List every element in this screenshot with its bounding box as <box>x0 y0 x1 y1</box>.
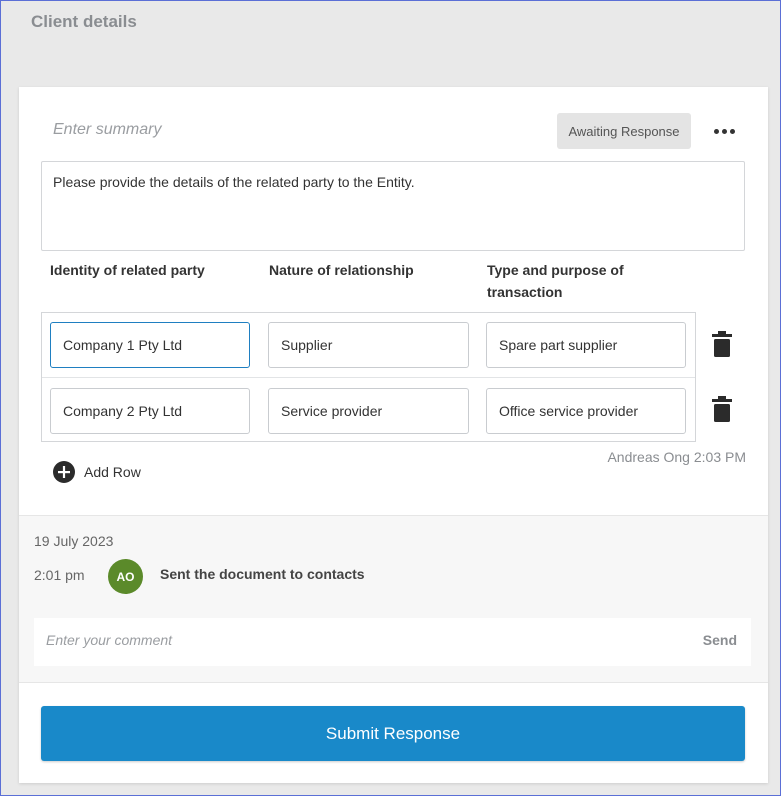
summary-input[interactable]: Enter summary <box>53 121 161 139</box>
identity-input[interactable]: Company 2 Pty Ltd <box>50 388 250 434</box>
comment-input[interactable]: Enter your comment <box>46 632 172 648</box>
activity-time: 2:01 pm <box>34 567 85 583</box>
trash-icon[interactable] <box>711 331 733 357</box>
author-timestamp: Andreas Ong 2:03 PM <box>607 449 746 465</box>
activity-message: Sent the document to contacts <box>160 566 365 582</box>
related-party-table: Company 1 Pty Ltd Supplier Spare part su… <box>41 312 696 442</box>
column-header-nature: Nature of relationship <box>269 262 414 278</box>
relationship-input[interactable]: Supplier <box>268 322 469 368</box>
send-button[interactable]: Send <box>703 632 737 648</box>
submit-response-button[interactable]: Submit Response <box>41 706 745 761</box>
identity-input[interactable]: Company 1 Pty Ltd <box>50 322 250 368</box>
task-card: Enter summary Awaiting Response Please p… <box>19 87 768 783</box>
trash-icon[interactable] <box>711 396 733 422</box>
activity-section: 19 July 2023 2:01 pm AO Sent the documen… <box>19 515 768 683</box>
more-horizontal-icon <box>713 128 735 134</box>
transaction-input[interactable]: Office service provider <box>486 388 686 434</box>
status-badge: Awaiting Response <box>557 113 691 149</box>
column-header-identity: Identity of related party <box>50 262 205 278</box>
relationship-input[interactable]: Service provider <box>268 388 469 434</box>
transaction-input[interactable]: Spare part supplier <box>486 322 686 368</box>
comment-box: Enter your comment Send <box>34 618 751 666</box>
table-row: Company 1 Pty Ltd Supplier Spare part su… <box>42 313 695 377</box>
more-options-button[interactable] <box>709 117 739 145</box>
column-header-type: Type and purpose of transaction <box>487 262 624 300</box>
plus-circle-icon <box>53 461 75 483</box>
description-field[interactable]: Please provide the details of the relate… <box>41 161 745 251</box>
avatar: AO <box>108 559 143 594</box>
add-row-label: Add Row <box>84 464 141 480</box>
add-row-button[interactable]: Add Row <box>53 461 141 483</box>
page-title: Client details <box>31 12 137 31</box>
table-row: Company 2 Pty Ltd Service provider Offic… <box>42 377 695 441</box>
activity-date: 19 July 2023 <box>34 533 114 549</box>
